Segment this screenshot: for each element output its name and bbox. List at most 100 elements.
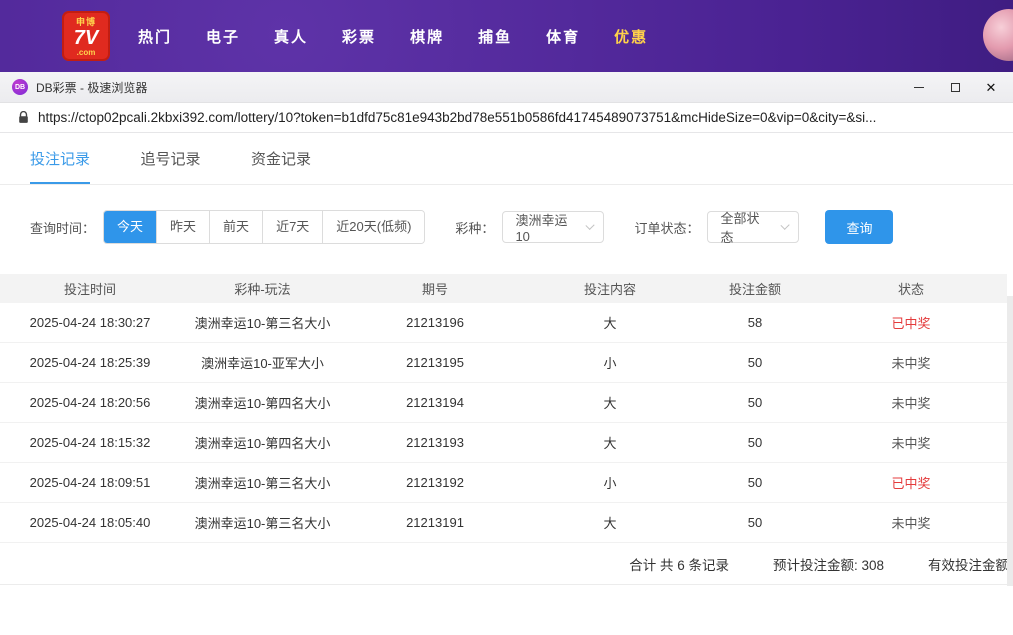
game-play: 澳洲幸运10-亚军大小 <box>180 353 345 372</box>
bet-amount: 50 <box>695 475 815 490</box>
lottery-record-page: 投注记录 追号记录 资金记录 查询时间： 今天 昨天 前天 近7天 近20天(低… <box>0 133 1013 635</box>
nav-item-slots[interactable]: 电子 <box>206 26 240 47</box>
order-status-select[interactable]: 全部状态 <box>707 211 799 243</box>
browser-titlebar: DB DB彩票 - 极速浏览器 ✕ <box>0 72 1013 103</box>
issue: 21213192 <box>345 475 525 490</box>
tab-chase-records[interactable]: 追号记录 <box>140 148 200 182</box>
col-issue: 期号 <box>345 279 525 298</box>
game-play: 澳洲幸运10-第三名大小 <box>180 473 345 492</box>
logo-text-main: 7V <box>74 28 98 48</box>
summary-valid-amount: 有效投注金额 <box>928 554 1009 574</box>
minimize-icon <box>914 87 924 89</box>
issue: 21213196 <box>345 315 525 330</box>
game-play: 澳洲幸运10-第四名大小 <box>180 433 345 452</box>
tab-fund-records[interactable]: 资金记录 <box>251 148 311 182</box>
nav-item-fishing[interactable]: 捕鱼 <box>478 26 512 47</box>
order-status-label: 订单状态： <box>634 218 699 237</box>
table-row: 2025-04-24 18:25:39 澳洲幸运10-亚军大小 21213195… <box>0 343 1007 383</box>
status-badge: 未中奖 <box>815 353 1007 372</box>
status-badge: 未中奖 <box>815 513 1007 532</box>
summary-bar: 合计 共 6 条记录 预计投注金额: 308 有效投注金额 <box>0 543 1013 585</box>
status-badge: 未中奖 <box>815 433 1007 452</box>
nav-item-cards[interactable]: 棋牌 <box>410 26 444 47</box>
url-text: https://ctop02pcali.2kbxi392.com/lottery… <box>38 110 998 125</box>
col-bet-amount: 投注金额 <box>695 279 815 298</box>
issue: 21213193 <box>345 435 525 450</box>
lock-icon[interactable] <box>18 111 29 124</box>
site-logo[interactable]: 申博 7V .com <box>62 11 110 61</box>
lottery-type-value: 澳洲幸运10 <box>515 210 573 244</box>
game-play: 澳洲幸运10-第三名大小 <box>180 313 345 332</box>
lottery-type-label: 彩种： <box>455 218 494 237</box>
status-badge: 已中奖 <box>815 473 1007 492</box>
order-status-value: 全部状态 <box>720 208 768 246</box>
time-option-7days[interactable]: 近7天 <box>262 211 322 243</box>
nav-item-live[interactable]: 真人 <box>274 26 308 47</box>
col-bet-time: 投注时间 <box>0 279 180 298</box>
scrollbar[interactable] <box>1007 296 1013 586</box>
tab-bet-records[interactable]: 投注记录 <box>30 148 90 184</box>
bet-time: 2025-04-24 18:05:40 <box>0 515 180 530</box>
time-range-group: 今天 昨天 前天 近7天 近20天(低频) <box>103 210 425 244</box>
time-option-today[interactable]: 今天 <box>104 211 156 243</box>
bet-content: 大 <box>525 433 695 452</box>
table-row: 2025-04-24 18:05:40 澳洲幸运10-第三名大小 2121319… <box>0 503 1007 543</box>
table-row: 2025-04-24 18:15:32 澳洲幸运10-第四名大小 2121319… <box>0 423 1007 463</box>
browser-app-icon: DB <box>12 79 28 95</box>
filter-bar: 查询时间： 今天 昨天 前天 近7天 近20天(低频) 彩种： 澳洲幸运10 订… <box>30 210 1013 244</box>
main-nav: 热门 电子 真人 彩票 棋牌 捕鱼 体育 优惠 <box>138 26 648 47</box>
col-status: 状态 <box>815 279 1007 298</box>
address-bar[interactable]: https://ctop02pcali.2kbxi392.com/lottery… <box>0 103 1013 133</box>
issue: 21213195 <box>345 355 525 370</box>
bet-content: 大 <box>525 393 695 412</box>
nav-item-sports[interactable]: 体育 <box>546 26 580 47</box>
bet-amount: 50 <box>695 435 815 450</box>
query-time-label: 查询时间： <box>30 218 95 237</box>
window-title: DB彩票 - 极速浏览器 <box>36 79 147 96</box>
nav-item-promo[interactable]: 优惠 <box>614 26 648 47</box>
bet-time: 2025-04-24 18:25:39 <box>0 355 180 370</box>
bet-time: 2025-04-24 18:15:32 <box>0 435 180 450</box>
bet-amount: 58 <box>695 315 815 330</box>
record-tabs: 投注记录 追号记录 资金记录 <box>0 133 1013 185</box>
game-play: 澳洲幸运10-第四名大小 <box>180 393 345 412</box>
bet-amount: 50 <box>695 395 815 410</box>
maximize-button[interactable] <box>937 72 973 103</box>
time-option-20days[interactable]: 近20天(低频) <box>322 211 424 243</box>
site-topbar: 申博 7V .com 热门 电子 真人 彩票 棋牌 捕鱼 体育 优惠 <box>0 0 1013 72</box>
time-option-daybefore[interactable]: 前天 <box>209 211 262 243</box>
table-row: 2025-04-24 18:09:51 澳洲幸运10-第三名大小 2121319… <box>0 463 1007 503</box>
table-header: 投注时间 彩种-玩法 期号 投注内容 投注金额 状态 <box>0 274 1007 303</box>
bet-records-table: 投注时间 彩种-玩法 期号 投注内容 投注金额 状态 2025-04-24 18… <box>0 274 1007 543</box>
issue: 21213191 <box>345 515 525 530</box>
chevron-down-icon <box>586 220 595 229</box>
minimize-button[interactable] <box>901 72 937 103</box>
lottery-type-select[interactable]: 澳洲幸运10 <box>502 211 604 243</box>
issue: 21213194 <box>345 395 525 410</box>
logo-text-bottom: .com <box>77 48 96 57</box>
bet-time: 2025-04-24 18:30:27 <box>0 315 180 330</box>
bet-time: 2025-04-24 18:09:51 <box>0 475 180 490</box>
window-controls: ✕ <box>901 72 1009 103</box>
chevron-down-icon <box>780 220 790 230</box>
bet-time: 2025-04-24 18:20:56 <box>0 395 180 410</box>
close-icon: ✕ <box>986 81 997 94</box>
summary-total-count: 合计 共 6 条记录 <box>629 554 729 574</box>
maximize-icon <box>951 83 960 92</box>
bet-content: 小 <box>525 473 695 492</box>
bet-amount: 50 <box>695 355 815 370</box>
col-game-play: 彩种-玩法 <box>180 279 345 298</box>
game-play: 澳洲幸运10-第三名大小 <box>180 513 345 532</box>
status-badge: 已中奖 <box>815 313 1007 332</box>
avatar[interactable] <box>983 9 1013 61</box>
summary-expected-amount: 预计投注金额: 308 <box>773 554 884 574</box>
bet-content: 大 <box>525 313 695 332</box>
status-badge: 未中奖 <box>815 393 1007 412</box>
query-button[interactable]: 查询 <box>825 210 893 244</box>
table-row: 2025-04-24 18:20:56 澳洲幸运10-第四名大小 2121319… <box>0 383 1007 423</box>
close-button[interactable]: ✕ <box>973 72 1009 103</box>
nav-item-lottery[interactable]: 彩票 <box>342 26 376 47</box>
nav-item-hot[interactable]: 热门 <box>138 26 172 47</box>
table-row: 2025-04-24 18:30:27 澳洲幸运10-第三名大小 2121319… <box>0 303 1007 343</box>
time-option-yesterday[interactable]: 昨天 <box>156 211 209 243</box>
